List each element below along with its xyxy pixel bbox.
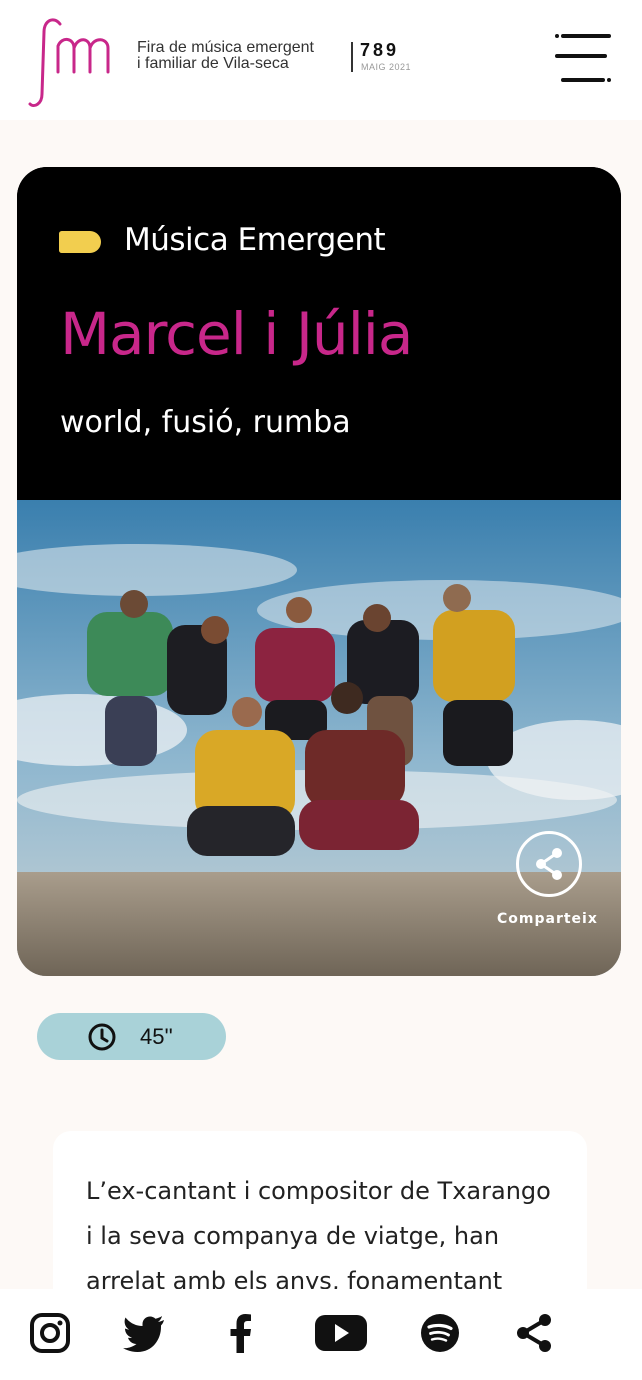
artist-genres: world, fusió, rumba	[60, 405, 351, 440]
logo-wordmark[interactable]: Fira de música emergent i familiar de Vi…	[137, 40, 314, 72]
category-tag-icon	[59, 231, 101, 253]
fm-logo-icon[interactable]	[26, 12, 126, 110]
youtube-icon	[315, 1315, 367, 1351]
menu-line-bottom	[561, 78, 605, 82]
festival-days: 789	[360, 40, 400, 60]
share-icon	[517, 1314, 551, 1352]
spotify-icon	[421, 1314, 459, 1352]
duration-badge	[37, 1013, 226, 1060]
facebook-link[interactable]	[219, 1311, 263, 1355]
menu-line-dot-1	[555, 34, 559, 38]
logo-line-1: Fira de música emergent	[137, 39, 314, 56]
youtube-link[interactable]	[313, 1311, 369, 1355]
share-button[interactable]	[516, 831, 582, 897]
duration-value: 45''	[140, 1024, 173, 1049]
spotify-link[interactable]	[418, 1311, 462, 1355]
site-header: Fira de música emergent i familiar de Vi…	[0, 0, 642, 120]
description-line: i la seva companya de viatge, han	[86, 1222, 500, 1250]
share-label[interactable]: Comparteix	[497, 911, 598, 927]
share-icon	[536, 848, 562, 880]
artist-name: Marcel i Júlia	[60, 300, 413, 368]
artist-description: L’ex-cantant i compositor de Txarango i …	[86, 1169, 576, 1304]
instagram-icon	[30, 1313, 70, 1353]
facebook-icon	[230, 1314, 251, 1353]
logo-line-2: i familiar de Vila-seca	[137, 55, 289, 72]
menu-line-dot-2	[607, 78, 611, 82]
hamburger-menu-button[interactable]	[555, 30, 613, 88]
twitter-link[interactable]	[122, 1311, 166, 1355]
logo-divider	[351, 42, 353, 72]
festival-month: MAIG 2021	[361, 62, 412, 72]
artist-photo	[17, 500, 621, 976]
share-link[interactable]	[512, 1311, 556, 1355]
clock-icon	[88, 1023, 116, 1051]
description-line: L’ex-cantant i compositor de Txarango	[86, 1177, 551, 1205]
instagram-link[interactable]	[28, 1311, 72, 1355]
artist-card: Música Emergent Marcel i Júlia world, fu…	[17, 167, 621, 976]
category-label: Música Emergent	[124, 222, 386, 258]
menu-line-middle	[555, 54, 607, 58]
social-bar	[0, 1289, 642, 1380]
menu-line-top	[561, 34, 611, 38]
artist-card-header: Música Emergent Marcel i Júlia world, fu…	[17, 167, 621, 500]
twitter-icon	[123, 1316, 164, 1352]
